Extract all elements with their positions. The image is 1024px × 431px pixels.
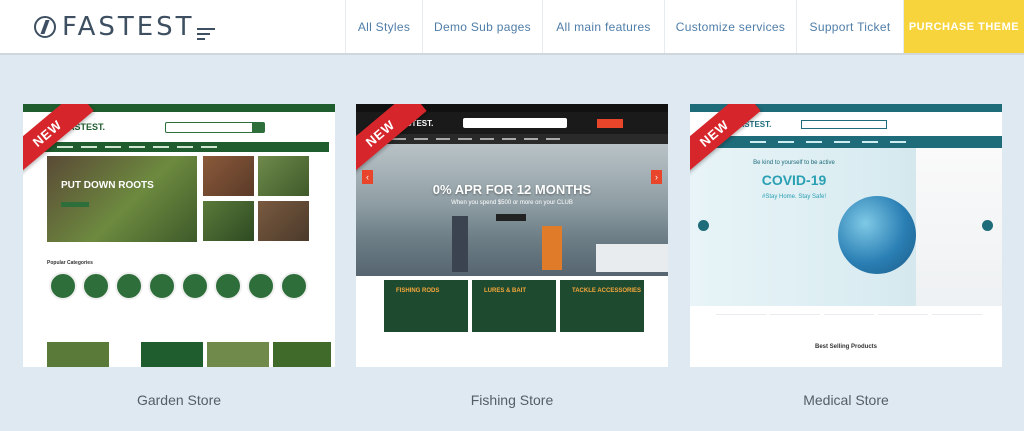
preview-tile: [258, 156, 309, 196]
preview-promo-box: LURES & BAIT: [472, 280, 556, 332]
preview-tile: [258, 201, 309, 241]
preview-globe-image: [838, 196, 916, 274]
preview-hero-title: 0% APR FOR 12 MONTHS: [432, 182, 592, 197]
demo-card-garden[interactable]: NEW FASTEST. PUT DOWN ROOTS Popular Cate…: [23, 104, 335, 367]
preview-child: [542, 226, 562, 270]
preview-hero-subtitle: When you spend $500 or more on your CLUB: [451, 200, 573, 206]
demo-label-fishing[interactable]: Fishing Store: [356, 392, 668, 408]
preview-hero-title: COVID-19: [761, 172, 827, 188]
menu-customize-services[interactable]: Customize services: [664, 0, 796, 53]
demo-label-garden[interactable]: Garden Store: [23, 392, 335, 408]
top-navbar: FASTEST All Styles Demo Sub pages All ma…: [0, 0, 1024, 55]
main-menu: All Styles Demo Sub pages All main featu…: [345, 0, 1024, 53]
preview-popular-heading: Popular Categories: [47, 260, 93, 266]
preview-search-bar: [165, 121, 266, 133]
preview-category-circle: [82, 272, 110, 300]
preview-next-arrow-icon: ›: [651, 170, 662, 184]
logo-bolt-icon: [34, 15, 56, 38]
logo-speed-lines-icon: [196, 27, 215, 40]
preview-category-circle: [181, 272, 209, 300]
preview-prev-arrow-icon: ‹: [362, 170, 373, 184]
preview-search-bar: [463, 118, 568, 128]
preview-promo-box: TACKLE ACCESSORIES: [560, 280, 644, 332]
site-logo[interactable]: FASTEST: [0, 0, 345, 53]
preview-hero-title: PUT DOWN ROOTS: [61, 180, 154, 191]
menu-all-styles[interactable]: All Styles: [345, 0, 422, 53]
preview-nav-bar: [29, 142, 329, 152]
preview-cart-button: [597, 118, 624, 128]
preview-next-arrow-icon: [982, 220, 993, 231]
preview-nav-bar: [356, 134, 668, 144]
preview-category-circle: [280, 272, 308, 300]
demo-card-fishing[interactable]: NEW FASTEST. 0% APR FOR 12 MONTHS When y…: [356, 104, 668, 367]
demo-card-medical[interactable]: NEW FASTEST. Be kind to yourself to be a…: [690, 104, 1002, 367]
menu-demo-sub-pages[interactable]: Demo Sub pages: [422, 0, 542, 53]
preview-tile: [203, 156, 254, 196]
preview-category-circle: [214, 272, 242, 300]
preview-category-circle: [148, 272, 176, 300]
preview-promo-box: FISHING RODS: [384, 280, 468, 332]
menu-all-main-features[interactable]: All main features: [542, 0, 664, 53]
preview-boat: [596, 244, 668, 272]
preview-hero-subtitle: #Stay Home. Stay Safe!: [761, 194, 827, 200]
purchase-theme-button[interactable]: PURCHASE THEME: [903, 0, 1024, 53]
preview-hero-image: 0% APR FOR 12 MONTHS When you spend $500…: [356, 144, 668, 276]
logo-text: FASTEST: [62, 11, 195, 42]
preview-category-circle: [49, 272, 77, 300]
menu-support-ticket[interactable]: Support Ticket: [796, 0, 903, 53]
demo-label-medical[interactable]: Medical Store: [690, 392, 1002, 408]
preview-tile: [203, 201, 254, 241]
preview-hero-image: PUT DOWN ROOTS: [47, 156, 197, 242]
preview-hero-kicker: Be kind to yourself to be active: [753, 160, 835, 166]
preview-search-bar: [801, 119, 888, 129]
preview-category-circle: [115, 272, 143, 300]
preview-prev-arrow-icon: [698, 220, 709, 231]
preview-category-circle: [247, 272, 275, 300]
preview-angler: [452, 216, 468, 272]
preview-nav-bar: [690, 136, 1002, 148]
preview-section-title: Best Selling Products: [814, 344, 877, 350]
